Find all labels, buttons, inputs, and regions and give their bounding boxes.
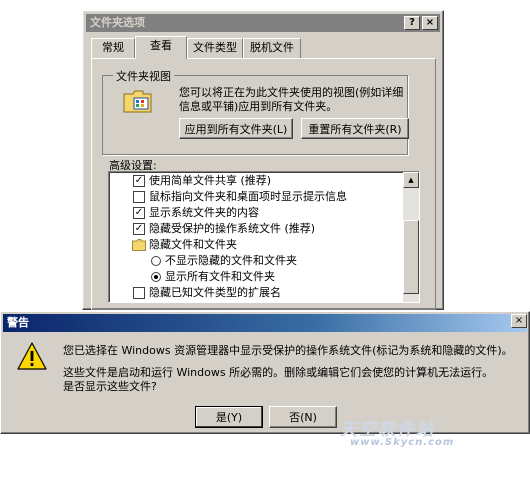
advanced-settings-list[interactable]: ✓ 使用简单文件共享 (推荐) 鼠标指向文件夹和桌面项时显示提示信息 ✓ 显示系统文件夹… bbox=[108, 171, 420, 303]
setting-label: 隐藏已知文件类型的扩展名 bbox=[149, 286, 281, 299]
warning-message-line3: 是否显示这些文件? bbox=[63, 380, 157, 393]
yes-button[interactable]: 是(Y) bbox=[195, 406, 263, 428]
reset-all-folders-button[interactable]: 重置所有文件夹(R) bbox=[301, 118, 409, 139]
warning-dialog: 警告 × 您已选择在 Windows 资源管理器中显示受保护的操作系统文件(标记… bbox=[0, 311, 530, 434]
scroll-up-button[interactable]: ▲ bbox=[403, 172, 419, 188]
checkbox[interactable] bbox=[133, 191, 145, 203]
setting-label: 使用简单文件共享 (推荐) bbox=[149, 174, 272, 187]
warning-close-button[interactable]: × bbox=[511, 314, 527, 328]
folder-options-title-bar: 文件夹选项 ? × bbox=[86, 14, 440, 32]
setting-label: 显示系统文件夹的内容 bbox=[149, 206, 259, 219]
folder-view-description-line2: 信息或平铺)应用到所有文件夹。 bbox=[179, 100, 338, 113]
apply-to-all-folders-button[interactable]: 应用到所有文件夹(L) bbox=[179, 118, 293, 139]
checkbox[interactable] bbox=[133, 287, 145, 299]
setting-label: 隐藏受保护的操作系统文件 (推荐) bbox=[149, 222, 316, 235]
warning-title-bar: 警告 bbox=[3, 314, 527, 332]
folder-options-title: 文件夹选项 bbox=[90, 16, 145, 29]
setting-label: 用彩色显示加密或压缩的 NTFS 文件 bbox=[149, 301, 327, 302]
tab-general[interactable]: 常规 bbox=[91, 38, 135, 58]
setting-label: 不显示隐藏的文件和文件夹 bbox=[165, 254, 297, 267]
warning-message-line1: 您已选择在 Windows 资源管理器中显示受保护的操作系统文件(标记为系统和隐… bbox=[63, 344, 513, 357]
vertical-scrollbar[interactable]: ▲ bbox=[403, 172, 419, 302]
folder-view-icon bbox=[123, 87, 153, 115]
watermark-url: www.Skycn.com bbox=[350, 437, 455, 448]
tab-view[interactable]: 查看 bbox=[135, 36, 187, 59]
close-button[interactable]: × bbox=[422, 16, 438, 30]
setting-label: 显示所有文件和文件夹 bbox=[165, 270, 275, 283]
radio[interactable] bbox=[151, 256, 161, 266]
radio-selected[interactable] bbox=[151, 272, 161, 282]
setting-label: 鼠标指向文件夹和桌面项时显示提示信息 bbox=[149, 190, 347, 203]
setting-label: 隐藏文件和文件夹 bbox=[149, 238, 237, 251]
warning-icon bbox=[17, 342, 47, 370]
tab-file-types[interactable]: 文件类型 bbox=[187, 38, 243, 58]
tab-offline-files[interactable]: 脱机文件 bbox=[243, 38, 301, 58]
scroll-thumb[interactable] bbox=[403, 220, 419, 294]
no-button[interactable]: 否(N) bbox=[269, 406, 337, 428]
help-button[interactable]: ? bbox=[404, 16, 420, 30]
checkbox-checked[interactable]: ✓ bbox=[133, 175, 145, 187]
checkbox-checked[interactable]: ✓ bbox=[133, 223, 145, 235]
folder-icon bbox=[132, 239, 146, 251]
warning-title: 警告 bbox=[7, 316, 29, 329]
checkbox-checked[interactable]: ✓ bbox=[133, 207, 145, 219]
folder-view-legend: 文件夹视图 bbox=[113, 68, 174, 84]
